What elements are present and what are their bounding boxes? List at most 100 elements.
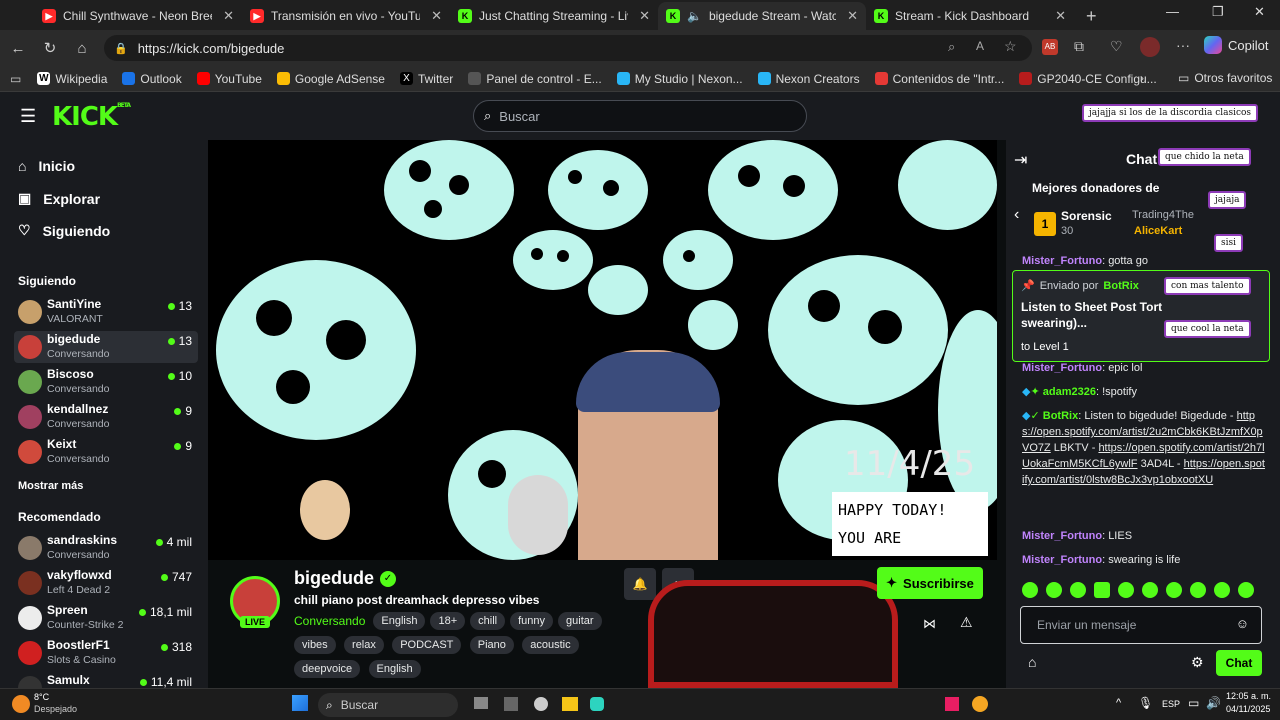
category-link[interactable]: Conversando xyxy=(294,614,365,628)
speaker-icon[interactable]: 🔈 xyxy=(687,9,702,23)
send-chat-button[interactable]: Chat xyxy=(1216,650,1262,676)
sidebar-item-inicio[interactable]: ⌂ Inicio xyxy=(18,158,75,174)
emote-icon[interactable] xyxy=(1070,582,1086,598)
bookmark-item[interactable]: My Studio | Nexon... xyxy=(616,72,743,86)
reading-list-icon[interactable]: ▭ xyxy=(10,72,21,86)
video-player[interactable]: 11/4/25 HAPPY TODAY! YOU ARE AWESOME! xyxy=(208,140,997,560)
tag[interactable]: 18+ xyxy=(430,612,466,630)
channel-item[interactable]: Samulx 11,4 mil xyxy=(14,672,198,688)
app-icon[interactable] xyxy=(945,697,959,711)
settings-gear-icon[interactable]: ⚙ xyxy=(1191,654,1204,671)
chat-username[interactable]: adam2326 xyxy=(1043,386,1096,398)
channel-item[interactable]: kendallnez Conversando 9 xyxy=(14,401,198,433)
file-explorer-icon[interactable] xyxy=(562,697,578,711)
maximize-icon[interactable]: ❐ xyxy=(1212,4,1224,20)
channel-item[interactable]: Keixt Conversando 9 xyxy=(14,436,198,468)
adblock-icon[interactable]: AB xyxy=(1042,39,1058,55)
chat-username[interactable]: Mister_Fortuno xyxy=(1022,530,1102,542)
close-icon[interactable]: ✕ xyxy=(639,8,650,24)
window-close-icon[interactable]: ✕ xyxy=(1254,4,1265,20)
extensions-icon[interactable]: ⧉ xyxy=(1074,38,1084,55)
browser-tab[interactable]: K Stream - Kick Dashboard ✕ xyxy=(866,2,1074,30)
tag[interactable]: English xyxy=(368,660,421,678)
tag[interactable]: Piano xyxy=(469,636,514,654)
close-icon[interactable]: ✕ xyxy=(847,8,858,24)
subscribe-button[interactable]: ✦ Suscribirse xyxy=(877,567,983,599)
tag[interactable]: deepvoice xyxy=(294,660,361,678)
back-icon[interactable]: ← xyxy=(2,40,34,57)
channel-item[interactable]: Biscoso Conversando 10 xyxy=(14,366,198,398)
new-tab-button[interactable]: + xyxy=(1086,2,1097,30)
app-icon[interactable] xyxy=(504,697,518,711)
bookmark-item[interactable]: Google AdSense xyxy=(276,72,385,86)
microphone-icon[interactable]: 🎙 xyxy=(1138,696,1153,710)
chat-username[interactable]: Mister_Fortuno xyxy=(1022,255,1102,267)
emote-icon[interactable] xyxy=(1166,582,1182,598)
channel-name[interactable]: bigedude xyxy=(294,568,374,589)
channel-item[interactable]: sandraskins Conversando 4 mil xyxy=(14,532,198,564)
menu-icon[interactable]: ☰ xyxy=(20,106,36,127)
chat-username[interactable]: Mister_Fortuno xyxy=(1022,554,1102,566)
chat-username[interactable]: Mister_Fortuno xyxy=(1022,362,1102,374)
clock-time[interactable]: 12:05 a. m. xyxy=(1226,691,1271,701)
store-icon[interactable]: ⌂ xyxy=(1028,654,1036,670)
bookmark-item[interactable]: W Wikipedia xyxy=(37,72,107,86)
report-icon[interactable]: ⚠ xyxy=(960,614,973,631)
app-icon[interactable] xyxy=(534,697,548,711)
network-icon[interactable]: ▭ xyxy=(1188,696,1199,710)
search-input[interactable]: ⌕ Buscar xyxy=(473,100,807,132)
minimize-icon[interactable]: — xyxy=(1166,4,1179,19)
tag[interactable]: relax xyxy=(344,636,384,654)
taskbar-search[interactable]: ⌕ Buscar xyxy=(318,693,458,717)
channel-item-selected[interactable]: bigedude Conversando 13 xyxy=(14,331,198,363)
copilot-button[interactable]: Copilot xyxy=(1204,36,1268,54)
bookmark-item[interactable]: GP2040-CE Configu... xyxy=(1019,72,1157,86)
emote-icon[interactable] xyxy=(1190,582,1206,598)
other-favorites[interactable]: ▭ Otros favoritos xyxy=(1178,71,1272,85)
read-aloud-icon[interactable]: A xyxy=(976,39,984,53)
task-view-icon[interactable] xyxy=(474,697,488,709)
copilot-icon[interactable] xyxy=(590,697,604,711)
chevron-left-icon[interactable]: ‹ xyxy=(1014,206,1019,224)
browser-tab-active[interactable]: K 🔈 bigedude Stream - Watch Li ✕ xyxy=(658,2,866,30)
home-icon[interactable]: ⌂ xyxy=(66,40,98,57)
emote-icon[interactable] xyxy=(1118,582,1134,598)
tag[interactable]: English xyxy=(373,612,426,630)
chevron-right-icon[interactable]: › xyxy=(1140,71,1144,85)
chat-username[interactable]: BotRix xyxy=(1043,410,1078,422)
bell-icon[interactable]: 🔔 xyxy=(624,568,656,600)
emote-icon[interactable] xyxy=(1022,582,1038,598)
tag[interactable]: PODCAST xyxy=(392,636,462,654)
sidebar-item-siguiendo[interactable]: ♡ Siguiendo xyxy=(18,222,110,239)
channel-item[interactable]: SantiYine VALORANT 13 xyxy=(14,296,198,328)
url-field[interactable]: 🔒 https://kick.com/bigedude xyxy=(104,35,1032,61)
bookmark-item[interactable]: YouTube xyxy=(196,72,262,86)
app-icon[interactable] xyxy=(972,696,988,712)
kick-logo[interactable]: KICKBETA xyxy=(52,102,131,132)
emote-icon[interactable] xyxy=(1238,582,1254,598)
browser-tab[interactable]: ▶ Chill Synthwave - Neon Breeze by ✕ xyxy=(34,2,242,30)
close-icon[interactable]: ✕ xyxy=(1055,8,1066,24)
bookmark-item[interactable]: Panel de control - E... xyxy=(468,72,602,86)
bookmark-item[interactable]: Contenidos de "Intr... xyxy=(874,72,1004,86)
channel-item[interactable]: Spreen Counter-Strike 2 18,1 mil xyxy=(14,602,198,634)
bookmark-item[interactable]: Nexon Creators xyxy=(757,72,860,86)
close-icon[interactable]: ✕ xyxy=(431,8,442,24)
emote-icon[interactable] xyxy=(1046,582,1062,598)
performance-icon[interactable]: ♡ xyxy=(1110,38,1123,55)
emote-icon[interactable] xyxy=(1094,582,1110,598)
bookmark-item[interactable]: Outlook xyxy=(122,72,182,86)
share-icon[interactable]: ⋈ xyxy=(923,616,936,632)
favorite-star-icon[interactable]: ☆ xyxy=(1004,38,1017,55)
bookmark-item[interactable]: X Twitter xyxy=(399,72,453,86)
zoom-icon[interactable]: ⌕ xyxy=(948,39,955,55)
tag[interactable]: funny xyxy=(510,612,554,630)
chevron-up-icon[interactable]: ^ xyxy=(1116,697,1121,709)
collapse-chat-icon[interactable]: ⇥ xyxy=(1014,150,1027,170)
browser-tab[interactable]: K Just Chatting Streaming - Live Str ✕ xyxy=(450,2,658,30)
show-more-link[interactable]: Mostrar más xyxy=(18,480,83,492)
browser-tab[interactable]: ▶ Transmisión en vivo - YouTube St ✕ xyxy=(242,2,450,30)
emote-icon[interactable] xyxy=(1142,582,1158,598)
tag[interactable]: chill xyxy=(470,612,506,630)
weather-icon[interactable] xyxy=(12,695,30,713)
